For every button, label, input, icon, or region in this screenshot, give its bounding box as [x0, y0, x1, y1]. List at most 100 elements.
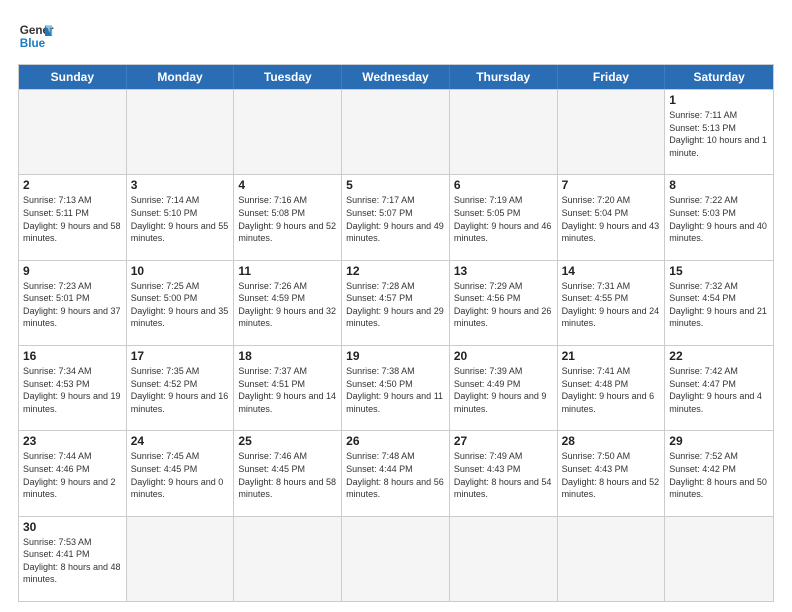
- day-info: Sunrise: 7:19 AMSunset: 5:05 PMDaylight:…: [454, 194, 553, 244]
- calendar-header: SundayMondayTuesdayWednesdayThursdayFrid…: [19, 65, 773, 89]
- cal-cell: 3 Sunrise: 7:14 AMSunset: 5:10 PMDaylight…: [127, 175, 235, 259]
- day-number: 12: [346, 264, 445, 278]
- cal-cell: 22 Sunrise: 7:42 AMSunset: 4:47 PMDayligh…: [665, 346, 773, 430]
- day-number: 11: [238, 264, 337, 278]
- day-number: 16: [23, 349, 122, 363]
- day-info: Sunrise: 7:25 AMSunset: 5:00 PMDaylight:…: [131, 280, 230, 330]
- svg-text:Blue: Blue: [20, 37, 46, 50]
- day-info: Sunrise: 7:37 AMSunset: 4:51 PMDaylight:…: [238, 365, 337, 415]
- cal-cell: 30 Sunrise: 7:53 AMSunset: 4:41 PMDayligh…: [19, 517, 127, 601]
- cal-cell: 29 Sunrise: 7:52 AMSunset: 4:42 PMDayligh…: [665, 431, 773, 515]
- cal-cell: 4 Sunrise: 7:16 AMSunset: 5:08 PMDaylight…: [234, 175, 342, 259]
- day-info: Sunrise: 7:45 AMSunset: 4:45 PMDaylight:…: [131, 450, 230, 500]
- cal-cell: 18 Sunrise: 7:37 AMSunset: 4:51 PMDayligh…: [234, 346, 342, 430]
- day-info: Sunrise: 7:46 AMSunset: 4:45 PMDaylight:…: [238, 450, 337, 500]
- cal-cell: [234, 517, 342, 601]
- day-number: 24: [131, 434, 230, 448]
- cal-cell: 6 Sunrise: 7:19 AMSunset: 5:05 PMDaylight…: [450, 175, 558, 259]
- day-info: Sunrise: 7:20 AMSunset: 5:04 PMDaylight:…: [562, 194, 661, 244]
- day-number: 6: [454, 178, 553, 192]
- header-cell-wednesday: Wednesday: [342, 65, 450, 89]
- day-number: 15: [669, 264, 769, 278]
- header-cell-saturday: Saturday: [665, 65, 773, 89]
- cal-cell: 5 Sunrise: 7:17 AMSunset: 5:07 PMDaylight…: [342, 175, 450, 259]
- cal-cell: 15 Sunrise: 7:32 AMSunset: 4:54 PMDayligh…: [665, 261, 773, 345]
- day-info: Sunrise: 7:26 AMSunset: 4:59 PMDaylight:…: [238, 280, 337, 330]
- cal-cell: [127, 90, 235, 174]
- cal-cell: 19Sunrise: 7:38 AMSunset: 4:50 PMDayligh…: [342, 346, 450, 430]
- day-number: 4: [238, 178, 337, 192]
- day-info: Sunrise: 7:22 AMSunset: 5:03 PMDaylight:…: [669, 194, 769, 244]
- day-info: Sunrise: 7:38 AMSunset: 4:50 PMDaylight:…: [346, 365, 445, 415]
- cal-cell: 26 Sunrise: 7:48 AMSunset: 4:44 PMDayligh…: [342, 431, 450, 515]
- cal-cell: 9 Sunrise: 7:23 AMSunset: 5:01 PMDaylight…: [19, 261, 127, 345]
- cal-cell: [665, 517, 773, 601]
- header-cell-sunday: Sunday: [19, 65, 127, 89]
- cal-cell: [342, 90, 450, 174]
- cal-cell: 14 Sunrise: 7:31 AMSunset: 4:55 PMDayligh…: [558, 261, 666, 345]
- day-number: 21: [562, 349, 661, 363]
- cal-cell: 23Sunrise: 7:44 AMSunset: 4:46 PMDayligh…: [19, 431, 127, 515]
- week-row-1: 1 Sunrise: 7:11 AMSunset: 5:13 PMDaylight…: [19, 89, 773, 174]
- cal-cell: 21 Sunrise: 7:41 AMSunset: 4:48 PMDayligh…: [558, 346, 666, 430]
- day-info: Sunrise: 7:52 AMSunset: 4:42 PMDaylight:…: [669, 450, 769, 500]
- week-row-2: 2 Sunrise: 7:13 AMSunset: 5:11 PMDaylight…: [19, 174, 773, 259]
- cal-cell: 8Sunrise: 7:22 AMSunset: 5:03 PMDaylight…: [665, 175, 773, 259]
- day-info: Sunrise: 7:11 AMSunset: 5:13 PMDaylight:…: [669, 109, 769, 159]
- day-info: Sunrise: 7:34 AMSunset: 4:53 PMDaylight:…: [23, 365, 122, 415]
- cal-cell: 16 Sunrise: 7:34 AMSunset: 4:53 PMDayligh…: [19, 346, 127, 430]
- day-number: 2: [23, 178, 122, 192]
- day-info: Sunrise: 7:28 AMSunset: 4:57 PMDaylight:…: [346, 280, 445, 330]
- day-info: Sunrise: 7:53 AMSunset: 4:41 PMDaylight:…: [23, 536, 122, 586]
- cal-cell: [127, 517, 235, 601]
- day-number: 29: [669, 434, 769, 448]
- calendar-body: 1 Sunrise: 7:11 AMSunset: 5:13 PMDaylight…: [19, 89, 773, 601]
- day-info: Sunrise: 7:31 AMSunset: 4:55 PMDaylight:…: [562, 280, 661, 330]
- day-info: Sunrise: 7:29 AMSunset: 4:56 PMDaylight:…: [454, 280, 553, 330]
- cal-cell: 12 Sunrise: 7:28 AMSunset: 4:57 PMDayligh…: [342, 261, 450, 345]
- day-number: 7: [562, 178, 661, 192]
- day-number: 14: [562, 264, 661, 278]
- day-info: Sunrise: 7:17 AMSunset: 5:07 PMDaylight:…: [346, 194, 445, 244]
- day-number: 23: [23, 434, 122, 448]
- week-row-4: 16 Sunrise: 7:34 AMSunset: 4:53 PMDayligh…: [19, 345, 773, 430]
- day-number: 3: [131, 178, 230, 192]
- day-info: Sunrise: 7:23 AMSunset: 5:01 PMDaylight:…: [23, 280, 122, 330]
- day-info: Sunrise: 7:16 AMSunset: 5:08 PMDaylight:…: [238, 194, 337, 244]
- cal-cell: [450, 517, 558, 601]
- day-number: 22: [669, 349, 769, 363]
- day-number: 27: [454, 434, 553, 448]
- cal-cell: 7 Sunrise: 7:20 AMSunset: 5:04 PMDaylight…: [558, 175, 666, 259]
- header-cell-monday: Monday: [127, 65, 235, 89]
- day-info: Sunrise: 7:49 AMSunset: 4:43 PMDaylight:…: [454, 450, 553, 500]
- day-info: Sunrise: 7:48 AMSunset: 4:44 PMDaylight:…: [346, 450, 445, 500]
- day-info: Sunrise: 7:41 AMSunset: 4:48 PMDaylight:…: [562, 365, 661, 415]
- day-number: 9: [23, 264, 122, 278]
- cal-cell: [19, 90, 127, 174]
- cal-cell: 2 Sunrise: 7:13 AMSunset: 5:11 PMDaylight…: [19, 175, 127, 259]
- cal-cell: [558, 517, 666, 601]
- day-info: Sunrise: 7:13 AMSunset: 5:11 PMDaylight:…: [23, 194, 122, 244]
- day-number: 20: [454, 349, 553, 363]
- week-row-5: 23Sunrise: 7:44 AMSunset: 4:46 PMDayligh…: [19, 430, 773, 515]
- cal-cell: 10Sunrise: 7:25 AMSunset: 5:00 PMDayligh…: [127, 261, 235, 345]
- cal-cell: 27 Sunrise: 7:49 AMSunset: 4:43 PMDayligh…: [450, 431, 558, 515]
- day-info: Sunrise: 7:42 AMSunset: 4:47 PMDaylight:…: [669, 365, 769, 415]
- day-number: 28: [562, 434, 661, 448]
- header-cell-tuesday: Tuesday: [234, 65, 342, 89]
- day-info: Sunrise: 7:32 AMSunset: 4:54 PMDaylight:…: [669, 280, 769, 330]
- week-row-6: 30 Sunrise: 7:53 AMSunset: 4:41 PMDayligh…: [19, 516, 773, 601]
- day-number: 5: [346, 178, 445, 192]
- day-number: 26: [346, 434, 445, 448]
- day-number: 30: [23, 520, 122, 534]
- cal-cell: 11 Sunrise: 7:26 AMSunset: 4:59 PMDayligh…: [234, 261, 342, 345]
- cal-cell: 24 Sunrise: 7:45 AMSunset: 4:45 PMDayligh…: [127, 431, 235, 515]
- page-header: General Blue: [18, 18, 774, 54]
- cal-cell: 28Sunrise: 7:50 AMSunset: 4:43 PMDayligh…: [558, 431, 666, 515]
- day-number: 1: [669, 93, 769, 107]
- day-number: 18: [238, 349, 337, 363]
- logo: General Blue: [18, 18, 54, 54]
- week-row-3: 9 Sunrise: 7:23 AMSunset: 5:01 PMDaylight…: [19, 260, 773, 345]
- calendar: SundayMondayTuesdayWednesdayThursdayFrid…: [18, 64, 774, 602]
- day-info: Sunrise: 7:14 AMSunset: 5:10 PMDaylight:…: [131, 194, 230, 244]
